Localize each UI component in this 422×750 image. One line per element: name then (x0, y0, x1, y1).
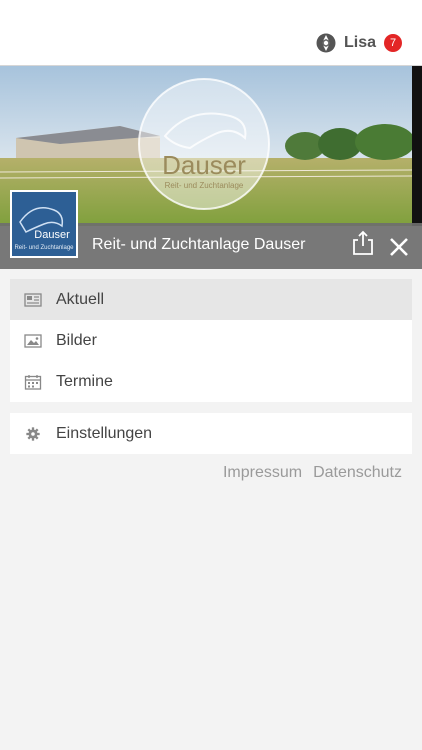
top-bar: Lisa 7 (0, 0, 422, 66)
menu-item-label: Bilder (56, 331, 97, 349)
hero-logo-subtitle: Reit- und Zuchtanlage (165, 181, 244, 190)
menu-item-label: Termine (56, 372, 113, 390)
club-logo-thumbnail: Dauser Reit- und Zuchtanlage (10, 190, 78, 258)
club-name: Reit- und Zuchtanlage Dauser (92, 236, 306, 253)
thumb-subtitle: Reit- und Zuchtanlage (14, 245, 74, 251)
app-logo-icon (316, 33, 336, 53)
close-icon[interactable] (388, 236, 410, 258)
newspaper-icon (24, 292, 42, 307)
share-icon[interactable] (352, 230, 374, 256)
menu-item-bilder[interactable]: Bilder (10, 320, 412, 361)
gear-icon (26, 426, 40, 441)
impressum-link[interactable]: Impressum (223, 464, 302, 482)
menu-item-aktuell[interactable]: Aktuell (10, 279, 412, 320)
notification-badge[interactable]: 7 (384, 34, 402, 52)
menu-item-einstellungen[interactable]: Einstellungen (10, 413, 412, 454)
hero-logo-title: Dauser (162, 150, 246, 180)
image-icon (24, 333, 42, 348)
main-menu: Aktuell Bilder Termine (10, 279, 412, 402)
menu-item-label: Aktuell (56, 290, 105, 308)
user-name: Lisa (343, 34, 376, 51)
settings-menu: Einstellungen (10, 413, 412, 454)
menu-item-label: Einstellungen (56, 424, 153, 442)
thumb-title: Dauser (34, 229, 70, 241)
datenschutz-link[interactable]: Datenschutz (313, 464, 402, 482)
footer-links: Impressum Datenschutz (212, 464, 402, 482)
user-menu[interactable]: Lisa 7 (316, 33, 402, 53)
calendar-icon (24, 374, 42, 390)
menu-item-termine[interactable]: Termine (10, 361, 412, 402)
